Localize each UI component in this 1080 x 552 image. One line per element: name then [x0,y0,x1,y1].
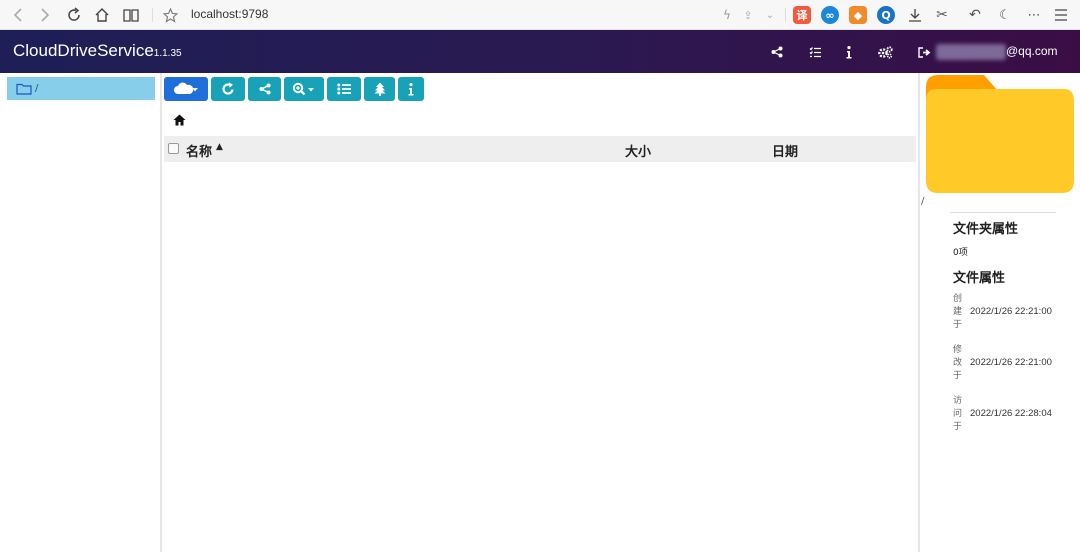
reader-icon[interactable] [121,5,141,25]
file-browser: 名称 ▲ 大小 日期 [164,73,916,552]
user-email[interactable]: @qq.com [1006,44,1058,58]
folder-icon [926,75,1074,193]
column-header-size[interactable]: 大小 [625,141,651,160]
tree-item-label: / [35,83,39,94]
tree-view-button[interactable] [364,77,395,101]
brand-name: CloudDriveService [13,41,154,60]
home-icon [173,114,186,126]
select-all-checkbox[interactable] [168,143,179,154]
brand-version: 1.1.35 [153,48,182,59]
share-button[interactable] [248,77,281,101]
created-value: 2022/1/26 22:21:00 [970,306,1052,317]
menu-icon[interactable] [1051,5,1071,25]
chevron-down-icon[interactable]: ⌄ [760,5,780,25]
search-extension-icon[interactable]: Q [877,6,895,24]
address-bar[interactable]: localhost:9798 [191,7,268,21]
share-icon [259,83,270,95]
info-icon [408,82,414,95]
download-icon[interactable] [905,5,925,25]
upload-button[interactable] [164,77,208,101]
search-icon [292,82,314,96]
toolbar [164,77,424,101]
accessed-value: 2022/1/26 22:28:04 [970,408,1052,419]
share-page-icon[interactable]: ⇪ [738,5,758,25]
home-icon[interactable] [92,5,112,25]
file-properties-title: 文件属性 [953,271,1006,286]
divider [950,212,1056,213]
task-list-icon[interactable] [806,43,824,61]
user-name-redacted [936,44,1006,60]
item-count: 0项 [953,248,968,258]
game-extension-icon[interactable]: ◆ [849,6,867,24]
tree-item-root[interactable]: / [7,77,155,100]
file-table-header: 名称 ▲ 大小 日期 [164,136,916,162]
cloud-upload-icon [174,82,198,94]
scissors-icon[interactable]: ✂ [932,5,952,25]
settings-icon[interactable] [876,43,894,61]
logout-icon[interactable] [915,43,933,61]
modified-value: 2022/1/26 22:21:00 [970,357,1052,368]
translate-extension-icon[interactable]: 译 [793,6,811,24]
infinity-extension-icon[interactable]: ∞ [821,6,839,24]
night-mode-icon[interactable]: ☾ [995,5,1015,25]
refresh-icon [222,82,234,95]
search-button[interactable] [284,77,324,101]
list-icon [336,83,351,95]
modified-label: 修改于 [953,345,963,381]
folder-properties-title: 文件夹属性 [953,222,1019,237]
properties-panel: / 文件夹属性 0项 文件属性 创建于 2022/1/26 22:21:00 修… [920,73,1080,552]
folder-tree: / [0,73,162,552]
info-icon[interactable] [840,43,858,61]
share-icon[interactable] [768,43,786,61]
brand[interactable]: CloudDriveService1.1.35 [13,41,182,61]
browser-toolbar: localhost:9798 ϟ ⇪ ⌄ 译 ∞ ◆ Q ✂ ↶ ☾ ⋯ [0,0,1080,30]
app-header: CloudDriveService1.1.35 @qq.com [0,30,1080,73]
star-icon[interactable] [160,5,180,25]
list-view-button[interactable] [327,77,361,101]
created-label: 创建于 [953,294,963,330]
column-header-name[interactable]: 名称 [186,141,212,160]
reload-icon[interactable] [64,5,84,25]
sort-ascending-icon[interactable]: ▲ [216,142,223,152]
info-button[interactable] [398,77,424,101]
current-path: / [921,196,925,207]
accessed-label: 访问于 [953,396,963,432]
folder-icon [16,83,32,95]
flash-icon[interactable]: ϟ [717,5,737,25]
tree-icon [374,82,385,96]
refresh-button[interactable] [211,77,245,101]
breadcrumb-home[interactable] [173,111,187,126]
back-icon[interactable] [8,5,28,25]
more-icon[interactable]: ⋯ [1024,5,1044,25]
forward-icon[interactable] [35,5,55,25]
column-header-date[interactable]: 日期 [772,141,798,160]
undo-icon[interactable]: ↶ [965,5,985,25]
